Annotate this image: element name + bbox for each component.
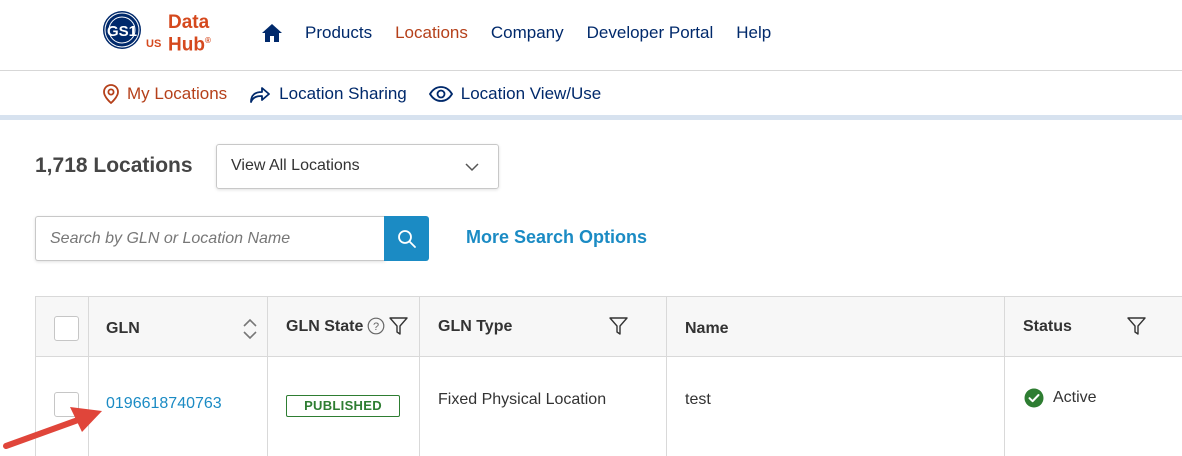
- column-divider: [1004, 297, 1005, 456]
- main-nav: Products Locations Company Developer Por…: [260, 20, 794, 46]
- subnav-location-view-use-label: Location View/Use: [460, 84, 602, 103]
- search-icon: [397, 229, 416, 248]
- subnav-my-locations[interactable]: My Locations: [103, 84, 227, 104]
- filter-icon[interactable]: [609, 317, 628, 335]
- gln-link[interactable]: 0196618740763: [106, 395, 222, 413]
- gs1-data-hub-logo[interactable]: GS1 US Data Hub®: [102, 10, 222, 56]
- header-gln[interactable]: GLN: [106, 320, 140, 338]
- status-text: Active: [1053, 389, 1097, 406]
- locations-table: GLN GLN State ? GLN Type Name Status 019…: [35, 296, 1182, 456]
- gs1-logo-icon: GS1: [103, 11, 141, 49]
- home-icon[interactable]: [260, 21, 284, 45]
- logo-us-text: US: [146, 38, 162, 50]
- subnav-location-view-use[interactable]: Location View/Use: [428, 84, 602, 104]
- header-gln-state: GLN State: [286, 318, 364, 335]
- more-search-options-link[interactable]: More Search Options: [466, 227, 647, 248]
- logo-data-text: Data: [168, 12, 210, 33]
- header-name[interactable]: Name: [685, 320, 729, 338]
- eye-icon: [428, 86, 453, 102]
- view-locations-select-value: View All Locations: [231, 157, 360, 174]
- map-pin-icon: [103, 84, 119, 104]
- status-cell: Active: [1024, 388, 1097, 408]
- logo-hub-word: Hub: [168, 34, 205, 56]
- sort-icon[interactable]: [241, 317, 259, 341]
- select-all-checkbox[interactable]: [54, 316, 79, 341]
- filter-icon[interactable]: [389, 317, 408, 335]
- top-header: GS1 US Data Hub® Products Locations Comp…: [0, 0, 1182, 71]
- gs1-logo-text: GS1: [107, 23, 137, 40]
- gln-type-cell: Fixed Physical Location: [438, 391, 607, 408]
- help-question-icon[interactable]: ?: [367, 317, 385, 335]
- locations-count: 1,718 Locations: [35, 154, 193, 177]
- logo-registered-mark: ®: [204, 36, 211, 45]
- chevron-down-icon: [465, 163, 479, 172]
- subnav-location-sharing[interactable]: Location Sharing: [249, 84, 407, 104]
- annotation-arrow-icon: [3, 407, 102, 449]
- header-gln-type: GLN Type: [438, 318, 513, 335]
- nav-locations[interactable]: Locations: [395, 23, 468, 43]
- share-arrow-icon: [250, 87, 271, 103]
- search-button[interactable]: [384, 216, 429, 261]
- column-divider: [419, 297, 420, 456]
- filter-icon[interactable]: [1127, 317, 1146, 335]
- nav-help[interactable]: Help: [736, 23, 771, 43]
- status-badge: PUBLISHED: [286, 395, 400, 417]
- nav-developer-portal[interactable]: Developer Portal: [587, 23, 714, 43]
- search-input[interactable]: [35, 216, 385, 261]
- column-divider: [267, 297, 268, 456]
- sub-nav: My Locations Location Sharing Location V…: [0, 72, 1182, 120]
- subnav-location-sharing-label: Location Sharing: [279, 84, 407, 103]
- name-cell: test: [685, 391, 711, 408]
- view-locations-select[interactable]: View All Locations: [216, 144, 499, 189]
- nav-products[interactable]: Products: [305, 23, 372, 43]
- column-divider: [666, 297, 667, 456]
- logo-hub-text: Hub®: [168, 31, 211, 54]
- check-circle-icon: [1024, 388, 1044, 408]
- subnav-my-locations-label: My Locations: [127, 84, 228, 103]
- header-status: Status: [1023, 318, 1072, 335]
- nav-company[interactable]: Company: [491, 23, 564, 43]
- svg-text:?: ?: [373, 321, 379, 333]
